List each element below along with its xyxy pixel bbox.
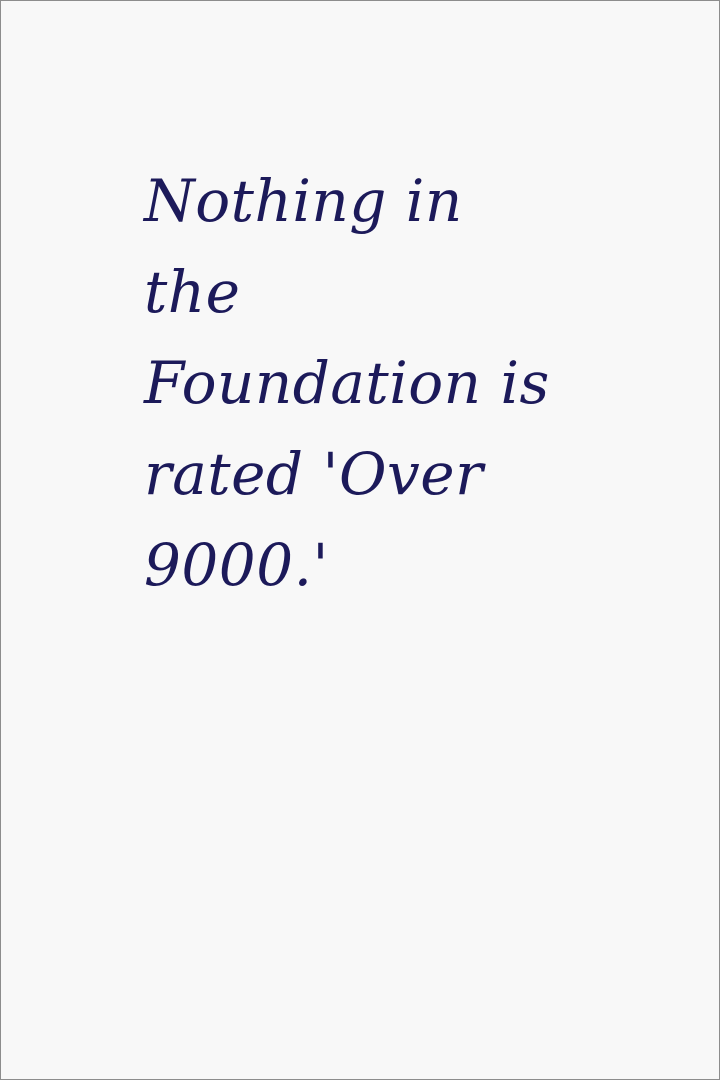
quote-text: Nothing in the Foundation is rated 'Over… — [144, 156, 564, 611]
quote-line-2: the — [144, 258, 241, 326]
quote-line-1: Nothing in — [144, 167, 463, 235]
quote-line-4: rated 'Over — [144, 440, 484, 508]
page-card: Nothing in the Foundation is rated 'Over… — [0, 0, 720, 1080]
quote-line-5: 9000.' — [144, 531, 329, 599]
quote-line-3: Foundation is — [144, 349, 550, 417]
